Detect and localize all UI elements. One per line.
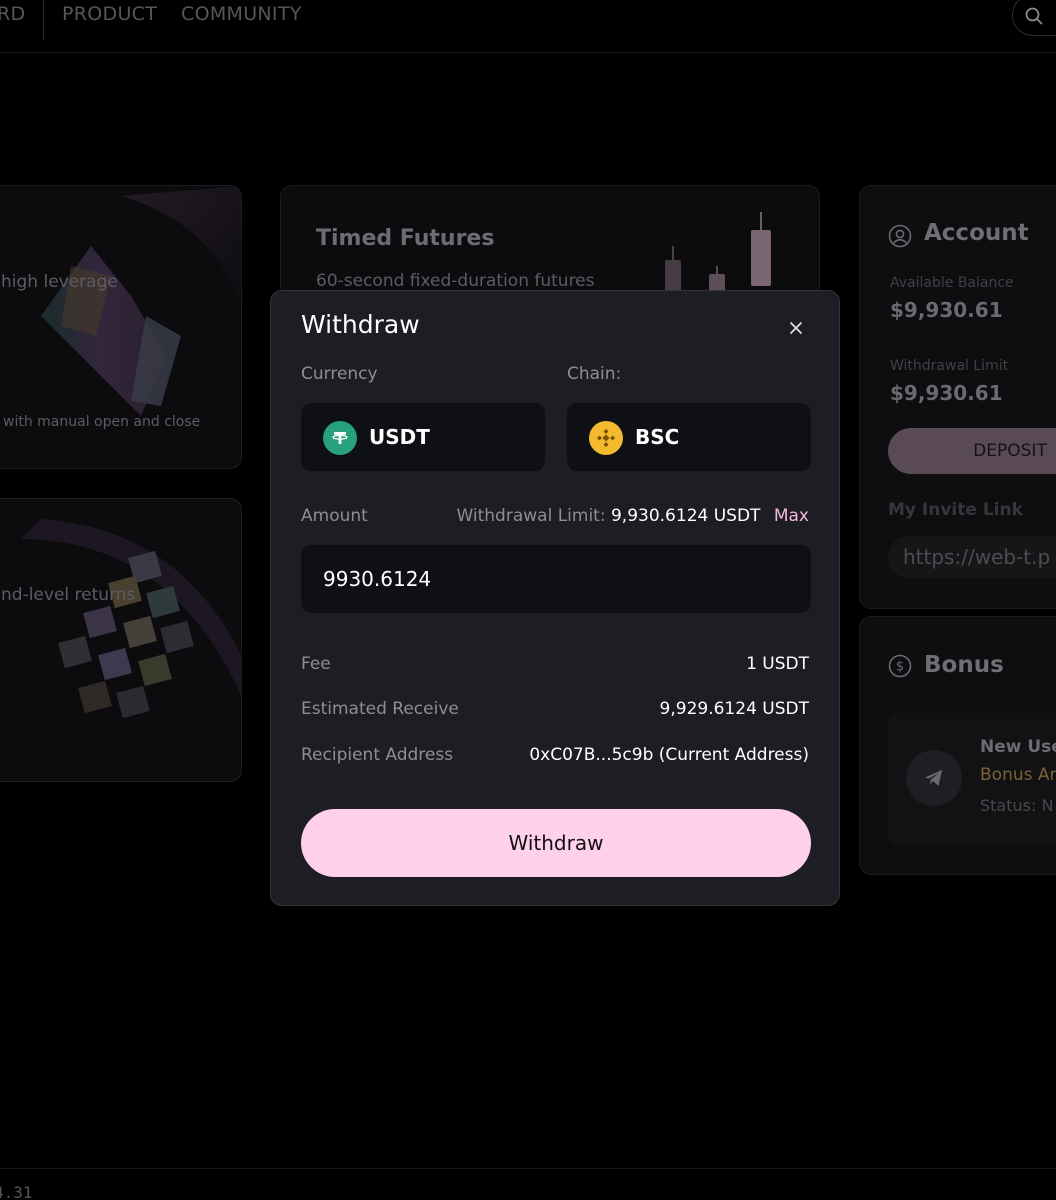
withdrawal-limit-value: 9,930.6124 USDT [610,506,761,526]
available-balance-value: $9,930.61 [890,298,1003,322]
available-balance-label: Available Balance [890,275,1014,291]
account-title: Account [924,220,1029,246]
chain-value: BSC [635,425,680,449]
user-circle-icon [888,224,912,248]
card-subtitle: 60-second fixed-duration futures [316,271,595,291]
card-description: high leverage [1,272,118,292]
fee-value: 1 USDT [746,654,809,674]
chain-select[interactable]: BSC [567,403,811,471]
bonus-item-title: New Use [980,737,1056,757]
invite-link-label: My Invite Link [888,500,1023,520]
footer-divider [0,1168,1056,1169]
currency-select[interactable]: USDT [301,403,545,471]
amount-label: Amount [301,506,368,526]
max-button[interactable]: Max [774,506,809,526]
invite-link-field[interactable]: https://web-t.p [888,536,1056,578]
withdrawal-limit-value: $9,930.61 [890,381,1003,405]
fee-label: Fee [301,654,331,674]
usdt-logo-icon [323,421,357,455]
estimated-receive-value: 9,929.6124 USDT [659,699,809,719]
bonus-panel: $ Bonus New Use Bonus Ar Status: N [859,616,1056,875]
dollar-circle-icon: $ [888,654,912,678]
withdraw-submit-button[interactable]: Withdraw [301,809,811,877]
estimated-receive-label: Estimated Receive [301,699,459,719]
perpetual-futures-card[interactable]: high leverage with manual open and close [0,185,242,469]
card-description: nd-level returns [1,585,136,605]
deposit-button[interactable]: DEPOSIT [888,428,1056,474]
bonus-item-amount: Bonus Ar [980,765,1056,785]
close-button[interactable] [783,315,809,341]
cube-illustration [21,519,241,719]
footer-text: 4.31 [0,1183,33,1200]
card-title: Timed Futures [316,226,495,251]
svg-text:$: $ [896,660,904,675]
account-panel: Account Available Balance $9,930.61 With… [859,185,1056,609]
nav-divider [43,0,44,40]
timed-futures-card[interactable]: Timed Futures 60-second fixed-duration f… [280,185,820,305]
earn-card[interactable]: nd-level returns [0,498,242,782]
nav-item-community[interactable]: COMMUNITY [181,3,302,25]
bnb-logo-icon [589,421,623,455]
withdraw-modal: Withdraw Currency Chain: USDT BSC Amount… [270,290,840,906]
chain-label: Chain: [567,364,622,384]
bonus-title: Bonus [924,652,1004,678]
nav-item-cut[interactable]: RD [0,3,25,25]
close-icon [790,322,802,334]
card-footnote: with manual open and close [3,414,201,430]
withdrawal-limit-label: Withdrawal Limit [890,358,1009,374]
bonus-item[interactable]: New Use Bonus Ar Status: N [888,713,1056,845]
currency-value: USDT [369,425,430,449]
recipient-address-label: Recipient Address [301,745,454,765]
top-nav: RD PRODUCT COMMUNITY [0,0,1056,53]
recipient-address-value: 0xC07B...5c9b (Current Address) [529,745,809,765]
search-icon [1025,7,1043,25]
currency-label: Currency [301,364,378,384]
withdrawal-limit-row: Withdrawal Limit: 9,930.6124 USDT Max [456,506,809,526]
nav-item-product[interactable]: PRODUCT [62,3,157,25]
amount-input[interactable] [301,545,811,613]
search-button[interactable] [1012,0,1056,36]
bonus-item-status: Status: N [980,796,1054,815]
withdrawal-limit-label: Withdrawal Limit: [456,506,606,526]
telegram-icon [906,750,962,806]
modal-title: Withdraw [301,310,420,339]
